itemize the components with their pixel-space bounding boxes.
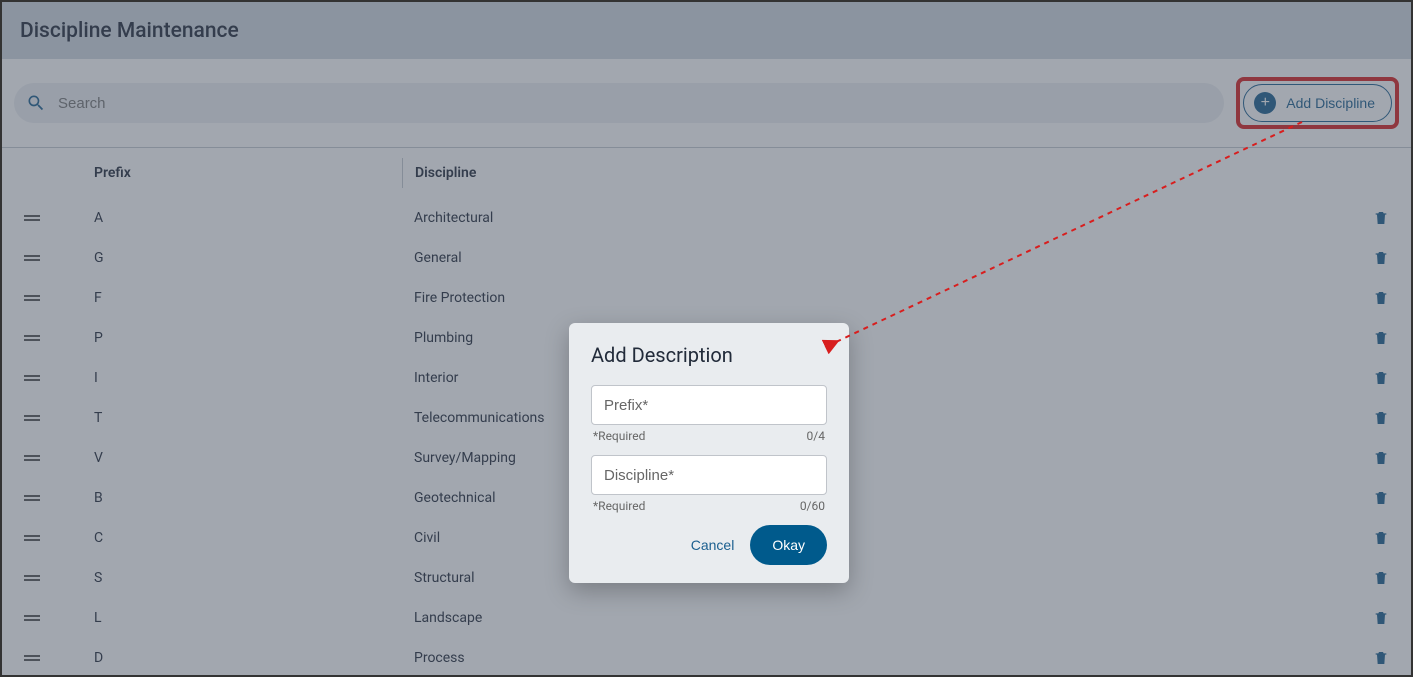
okay-button[interactable]: Okay [750, 525, 827, 565]
modal-title: Add Description [591, 343, 827, 367]
prefix-counter: 0/4 [807, 429, 825, 443]
prefix-input[interactable] [591, 385, 827, 425]
discipline-counter: 0/60 [800, 499, 825, 513]
add-description-modal: Add Description *Required 0/4 *Required … [569, 323, 849, 583]
discipline-input[interactable] [591, 455, 827, 495]
discipline-required-label: *Required [593, 499, 645, 513]
cancel-button[interactable]: Cancel [691, 537, 735, 553]
prefix-required-label: *Required [593, 429, 645, 443]
